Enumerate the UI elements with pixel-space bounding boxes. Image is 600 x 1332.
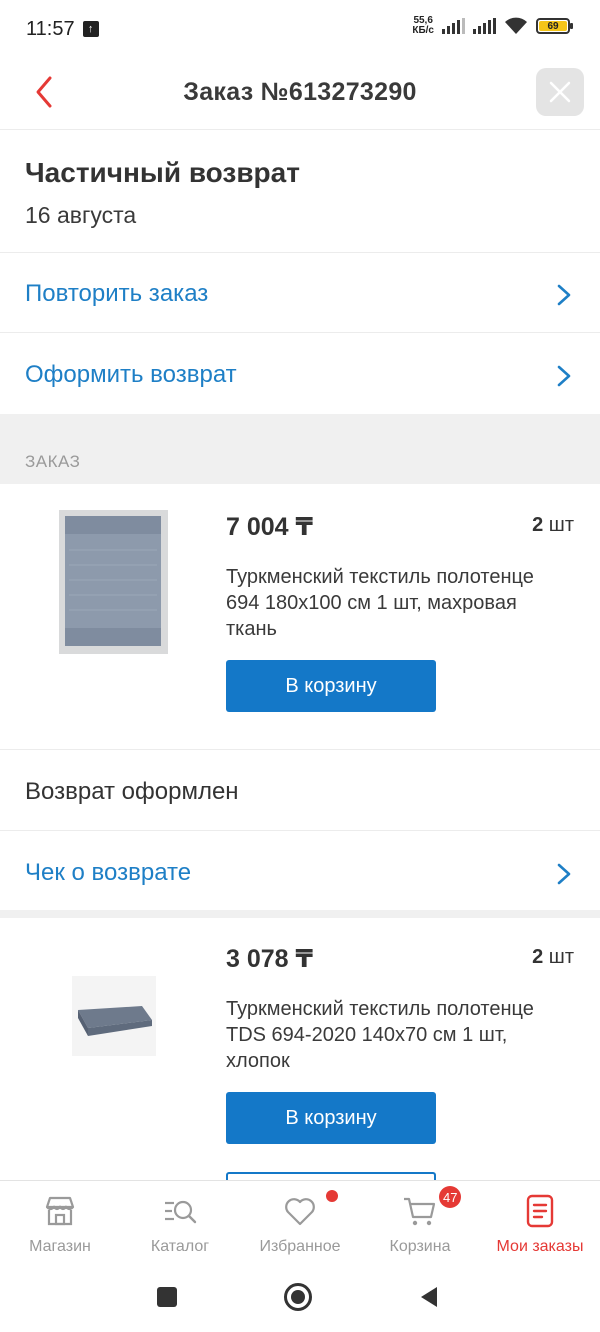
- item-price: 3 078 ₸: [226, 945, 313, 973]
- nav-my-orders[interactable]: Мои заказы: [480, 1181, 600, 1267]
- order-status: Частичный возврат 16 августа: [0, 131, 600, 253]
- add-to-cart-button[interactable]: В корзину: [226, 660, 436, 712]
- section-header: ЗАКАЗ: [0, 414, 600, 484]
- catalog-search-icon: [165, 1200, 197, 1224]
- repeat-order-label: Повторить заказ: [25, 280, 209, 307]
- product-image[interactable]: [59, 510, 168, 654]
- item-quantity-unit: шт: [548, 946, 574, 968]
- page-title: Заказ №613273290: [183, 78, 417, 106]
- battery-icon: 69: [536, 18, 573, 34]
- bottom-navigation: Магазин Каталог Избранное 47 Корзина Мои…: [0, 1180, 600, 1266]
- status-time: 11:57: [26, 17, 75, 40]
- section-label: ЗАКАЗ: [25, 452, 81, 471]
- chevron-right-icon: [557, 365, 571, 387]
- return-receipt-row[interactable]: Чек о возврате: [0, 832, 600, 912]
- triangle-back-icon: [421, 1287, 437, 1307]
- return-status-row: Возврат оформлен: [0, 751, 600, 831]
- nav-favorites-label: Избранное: [259, 1238, 341, 1255]
- close-icon: [549, 81, 571, 103]
- order-item: 3 078 ₸ 2 шт Туркменский текстиль полоте…: [0, 918, 600, 1180]
- order-item: 7 004 ₸ 2 шт Туркменский текстиль полоте…: [0, 484, 600, 750]
- item-quantity-unit: шт: [548, 514, 574, 536]
- signal-icon: [442, 18, 465, 34]
- item-quantity: 2 шт: [532, 514, 574, 537]
- chevron-right-icon: [557, 863, 571, 885]
- nav-catalog[interactable]: Каталог: [120, 1181, 240, 1267]
- nav-cart-label: Корзина: [389, 1238, 451, 1255]
- home-button[interactable]: [283, 1282, 313, 1312]
- app-header: Заказ №613273290: [0, 58, 600, 130]
- nav-my-orders-label: Мои заказы: [496, 1238, 584, 1255]
- signal-icon-2: [473, 18, 496, 34]
- wifi-icon: [505, 17, 527, 34]
- chevron-right-icon: [557, 284, 571, 306]
- repeat-order-row[interactable]: Повторить заказ: [0, 253, 600, 333]
- nav-cart[interactable]: 47 Корзина: [360, 1181, 480, 1267]
- system-navigation: [0, 1266, 600, 1332]
- status-bar: 11:57 ↑ 55,6 КБ/с 69: [0, 0, 600, 58]
- item-price: 7 004 ₸: [226, 513, 313, 541]
- cart-badge: 47: [439, 1186, 462, 1208]
- item-title[interactable]: Туркменский текстиль полотенце TDS 694-2…: [226, 996, 546, 1074]
- heart-icon: [285, 1198, 315, 1226]
- order-status-date: 16 августа: [25, 202, 137, 228]
- order-status-title: Частичный возврат: [25, 157, 300, 188]
- network-speed: 55,6 КБ/с: [412, 16, 434, 36]
- nav-store-label: Магазин: [29, 1238, 91, 1255]
- favorites-dot: [326, 1190, 338, 1202]
- square-icon: [157, 1287, 177, 1307]
- cart-icon: [404, 1197, 436, 1226]
- nav-catalog-label: Каталог: [150, 1238, 210, 1255]
- item-quantity: 2 шт: [532, 946, 574, 969]
- item-title[interactable]: Туркменский текстиль полотенце 694 180х1…: [226, 564, 546, 642]
- orders-icon: [526, 1194, 554, 1228]
- return-receipt-label: Чек о возврате: [25, 859, 192, 886]
- system-back-button[interactable]: [414, 1282, 444, 1312]
- status-indicators: 55,6 КБ/с 69: [412, 16, 573, 36]
- make-return-row[interactable]: Оформить возврат: [0, 334, 600, 414]
- divider: [0, 910, 600, 918]
- nav-store[interactable]: Магазин: [0, 1181, 120, 1267]
- store-icon: [45, 1196, 75, 1226]
- return-status-label: Возврат оформлен: [25, 778, 239, 805]
- nav-favorites[interactable]: Избранное: [240, 1181, 360, 1267]
- product-image[interactable]: [72, 976, 156, 1056]
- make-return-label: Оформить возврат: [25, 361, 237, 388]
- add-to-cart-button[interactable]: В корзину: [226, 1092, 436, 1144]
- recent-apps-button[interactable]: [152, 1282, 182, 1312]
- battery-level: 69: [539, 21, 567, 32]
- network-speed-unit: КБ/с: [412, 25, 434, 36]
- item-quantity-value: 2: [532, 514, 544, 536]
- home-circle-icon: [284, 1283, 312, 1311]
- item-quantity-value: 2: [532, 946, 544, 968]
- close-button[interactable]: [536, 68, 584, 116]
- upload-notification-icon: ↑: [82, 21, 99, 37]
